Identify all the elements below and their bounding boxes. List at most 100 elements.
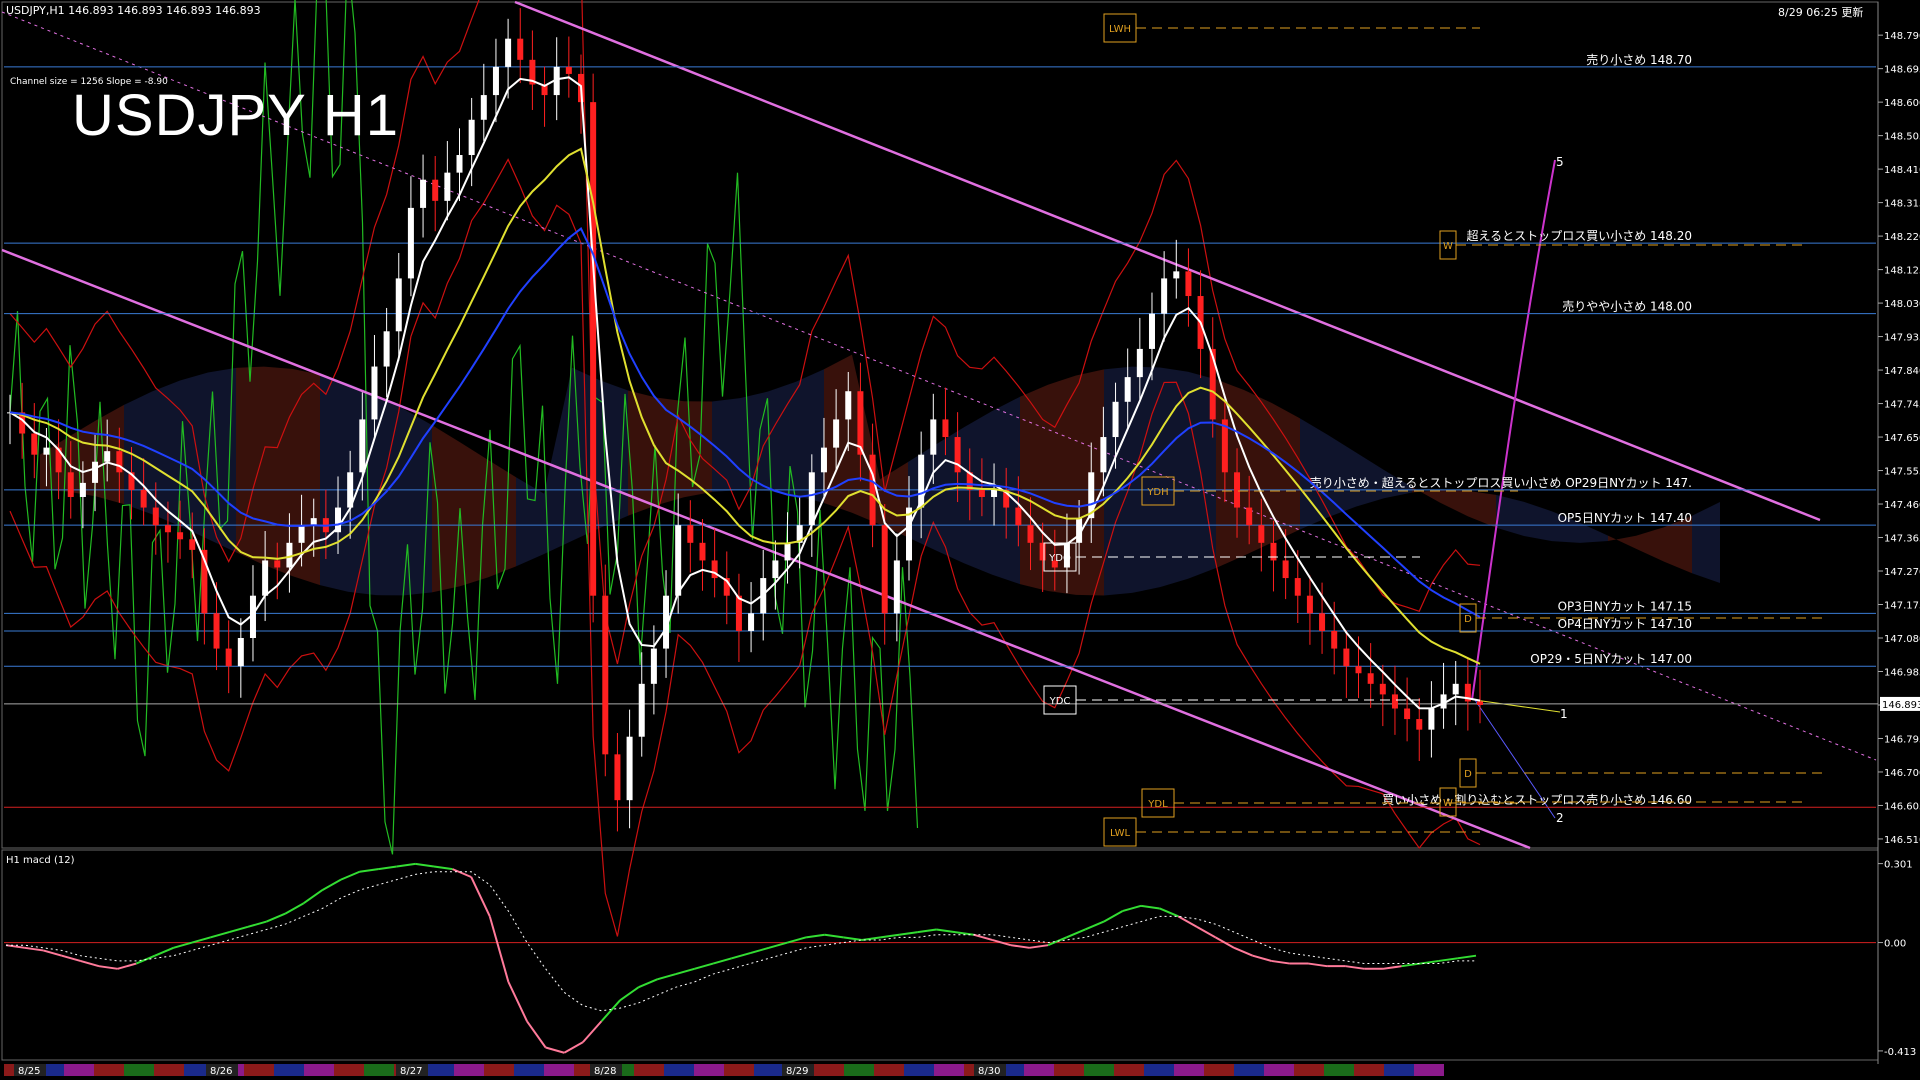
candle-body: [1015, 507, 1022, 526]
session-bar: [484, 1064, 514, 1076]
macd-segment: [1233, 946, 1254, 957]
cloud-segment: [1608, 535, 1636, 549]
macd-segment: [1047, 936, 1068, 947]
candle-body: [1294, 578, 1301, 596]
cloud-segment: [376, 395, 404, 596]
macd-segment: [117, 962, 137, 970]
macd-segment: [1196, 925, 1216, 939]
macd-segment: [824, 933, 844, 939]
macd-segment: [61, 954, 81, 962]
candle-body: [213, 613, 220, 649]
candle-body: [505, 38, 512, 67]
price-tick-label: 147.555: [1884, 467, 1920, 478]
macd-segment: [656, 973, 677, 981]
level-label: 売り小さめ 148.70: [1586, 52, 1692, 67]
candle-body: [1100, 437, 1107, 473]
candle-body: [468, 119, 475, 156]
candle-body: [189, 539, 196, 550]
macd-segment: [600, 999, 621, 1022]
candle-body: [1416, 719, 1423, 730]
candle-body: [1477, 701, 1483, 705]
candle-body: [1331, 630, 1338, 649]
macd-segment: [154, 946, 174, 957]
candle-body: [711, 560, 718, 579]
macd-segment: [619, 986, 640, 1002]
candle-body: [274, 560, 281, 568]
price-tick-label: 147.935: [1884, 333, 1920, 344]
marker-label: W: [1443, 798, 1453, 809]
date-axis: 8/25 8/26 8/27 8/28 8/29 8/30: [4, 1064, 1444, 1077]
macd-segment: [880, 933, 900, 939]
candle-body: [420, 179, 427, 208]
cloud-segment: [1524, 501, 1552, 542]
price-tick-label: 147.365: [1884, 534, 1920, 545]
candle-body: [79, 482, 86, 497]
candle-body: [1173, 271, 1180, 279]
cloud-segment: [1636, 527, 1664, 562]
session-bar: [544, 1064, 574, 1076]
chart-title: USDJPY H1: [72, 83, 400, 148]
date-tick-label: 8/29: [786, 1066, 808, 1077]
cloud-segment: [292, 368, 320, 586]
candle-body: [104, 451, 111, 462]
macd-segment: [1010, 944, 1030, 949]
price-tick-label: 148.315: [1884, 199, 1920, 210]
macd-segment: [582, 1020, 603, 1043]
marker-label: YDO: [1048, 553, 1071, 564]
candle-body: [833, 419, 840, 448]
price-tick-label: 148.505: [1884, 132, 1920, 143]
session-bar: [454, 1064, 484, 1076]
cloud-segment: [1132, 366, 1160, 593]
macd-segment: [545, 1046, 565, 1054]
cloud-segment: [1692, 501, 1720, 583]
macd-segment: [284, 902, 305, 915]
session-bar: [1144, 1064, 1174, 1076]
macd-indicator: 0.301 0.00 -0.413: [4, 860, 1916, 1058]
cloud-segment: [180, 372, 208, 540]
macd-segment: [917, 928, 937, 934]
macd-segment: [750, 946, 770, 955]
marker-label: D: [1464, 614, 1472, 625]
candle-body: [626, 736, 633, 801]
candle-body: [298, 525, 305, 543]
marker-label: D: [1464, 769, 1472, 780]
cloud-segment: [1580, 522, 1608, 543]
session-bar: [934, 1064, 964, 1076]
candle-body: [1391, 694, 1398, 709]
macd-segment: [191, 936, 211, 944]
level-label: OP5日NYカット 147.40: [1558, 511, 1692, 525]
session-bar: [754, 1064, 784, 1076]
macd-panel-frame: [1, 849, 1879, 1061]
candle-body: [1039, 542, 1046, 561]
macd-segment: [805, 933, 825, 939]
candle-body: [687, 525, 694, 543]
chart-canvas: 5 1 2 売り小さめ 148.70 超えるとストップロス買い小さめ 148.20 売り…: [1, 0, 1920, 1077]
candle-body: [152, 507, 159, 526]
session-bar: [1114, 1064, 1144, 1076]
session-bar: [1354, 1064, 1384, 1076]
macd-segment: [1438, 957, 1458, 962]
projection-flat: [1474, 699, 1561, 713]
macd-segment: [433, 865, 453, 871]
candle-body: [1355, 666, 1362, 674]
price-tick-label: 147.650: [1884, 433, 1920, 444]
macd-segment: [303, 889, 323, 905]
marker-label: YDL: [1147, 799, 1168, 810]
cloud-segment: [516, 477, 544, 567]
session-bar: [1204, 1064, 1234, 1076]
price-tick-label: 146.510: [1884, 835, 1920, 846]
candle-body: [1148, 313, 1155, 349]
macd-segment: [1271, 959, 1291, 965]
date-tick-label: 8/26: [210, 1066, 232, 1077]
macd-segment: [507, 981, 528, 1022]
cloud-segment: [712, 398, 740, 493]
macd-segment: [321, 878, 342, 891]
candle-body: [991, 489, 998, 497]
projection-label: 1: [1560, 707, 1568, 721]
session-bar: [634, 1064, 664, 1076]
candle-body: [735, 595, 742, 631]
price-tick-label: 148.030: [1884, 299, 1920, 310]
macd-segment: [526, 1020, 547, 1049]
session-bar: [1414, 1064, 1444, 1076]
macd-segment: [1084, 920, 1105, 931]
